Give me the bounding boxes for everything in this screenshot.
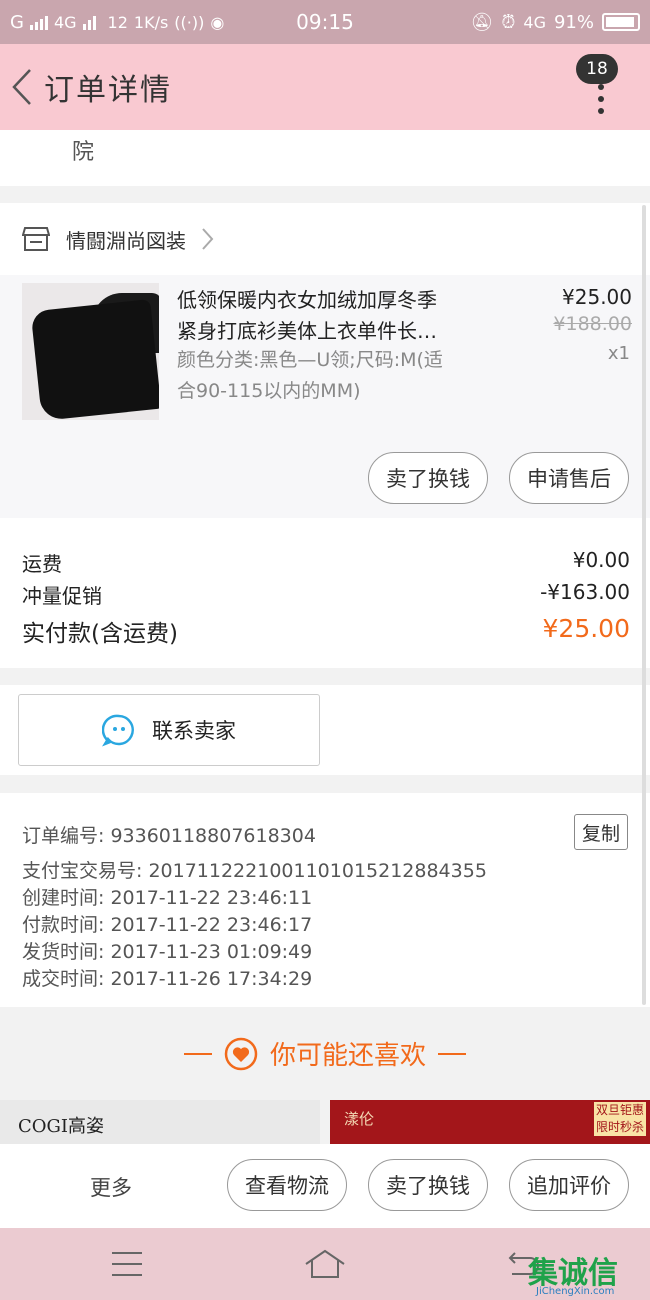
paid-time: 付款时间: 2017-11-22 23:46:17 [22,914,313,936]
product-title[interactable]: 低领保暖内衣女加绒加厚冬季 紧身打底衫美体上衣单件长… [177,285,477,347]
product-price: ¥25.00 [562,285,632,309]
product-image[interactable] [22,283,159,420]
shop-row[interactable]: 情闘淵尚図装 [0,203,650,275]
store-icon [22,227,50,251]
network-label-2: 4G [523,12,546,32]
menu-icon[interactable] [112,1252,142,1276]
recommend-header: 你可能还喜欢 [0,1007,650,1100]
speed-label: 1K/s [133,12,169,32]
sell-button[interactable]: 卖了换钱 [368,452,488,504]
contact-seller-button[interactable]: 联系卖家 [18,694,320,766]
promo-value: -¥163.00 [540,580,630,604]
sell-for-cash-button[interactable]: 卖了换钱 [368,1159,488,1211]
view-logistics-button[interactable]: 查看物流 [227,1159,347,1211]
page-title: 订单详情 [44,73,172,108]
alipay-trade-number: 支付宝交易号: 2017112221001101015212884355 [22,860,487,882]
banner-brand-right: 漾伦 [344,1110,375,1128]
order-number: 订单编号: 93360118807618304 [22,825,316,847]
recommend-banner-right[interactable]: 漾伦 双旦钜惠 限时秒杀 [330,1100,650,1144]
order-info: 订单编号: 93360118807618304 支付宝交易号: 20171122… [0,793,650,1007]
network-label: 4G [53,12,77,32]
app-header: 订单详情 18 [0,44,650,130]
shipped-time: 发货时间: 2017-11-23 01:09:49 [22,941,313,963]
hotspot-icon: ((·)) [174,12,205,32]
banner-brand-left: COGI高姿 [18,1116,105,1137]
heart-icon [224,1037,258,1070]
price-summary: 运费 ¥0.00 冲量促销 -¥163.00 实付款(含运费) ¥25.00 [0,518,650,668]
bottom-action-bar: 更多 查看物流 卖了换钱 追加评价 [0,1144,650,1228]
product-quantity: x1 [607,343,630,364]
address-text: 院 [72,140,95,165]
chat-bubble-icon [102,714,134,747]
clock: 09:15 [296,10,354,34]
back-button[interactable] [0,44,44,130]
more-menu-button[interactable]: 18 [576,54,624,120]
promo-label: 冲量促销 [22,584,102,608]
scrollbar[interactable] [642,205,646,1005]
original-price: ¥188.00 [553,313,632,335]
signal-icon-2 [82,14,96,30]
contact-seller-label: 联系卖家 [152,719,236,743]
created-time: 创建时间: 2017-11-22 23:46:11 [22,887,313,909]
alarm-icon: ⏰︎ [501,11,516,33]
paid-value: ¥25.00 [542,614,630,643]
product-spec: 颜色分类:黑色—U领;尺码:M(适 合90-115以内的MM) [177,349,443,402]
home-icon[interactable] [303,1248,347,1280]
recommend-banner-left[interactable]: COGI高姿 [0,1100,320,1144]
battery-percent: 91% [553,11,594,33]
signal-icon [29,14,48,30]
carrier-label: G [10,11,24,33]
mute-icon: 🔕︎ [470,11,494,33]
paid-label: 实付款(含运费) [22,621,178,647]
shop-name: 情闘淵尚図装 [66,228,186,253]
chevron-left-icon [12,69,31,105]
chevron-right-icon [202,228,214,250]
order-item[interactable]: 低领保暖内衣女加绒加厚冬季 紧身打底衫美体上衣单件长… 颜色分类:黑色—U领;尺… [0,275,650,518]
more-dots-icon [598,84,604,114]
more-actions-button[interactable]: 更多 [90,1172,132,1202]
after-sale-button[interactable]: 申请售后 [509,452,629,504]
contact-section: 联系卖家 [0,685,650,775]
copy-button[interactable]: 复制 [574,814,628,850]
add-review-button[interactable]: 追加评价 [509,1159,629,1211]
status-bar: G 4G 12 1K/s ((·)) ◉ 09:15 🔕︎ ⏰︎ 4G 91% [0,0,650,44]
battery-icon [602,13,640,31]
divider-right [438,1052,466,1055]
message-count-badge: 18 [576,54,618,84]
recommend-title: 你可能还喜欢 [269,1041,426,1071]
speed-prefix: 12 [107,12,128,32]
shipping-value: ¥0.00 [572,548,630,572]
divider-left [183,1052,212,1055]
completed-time: 成交时间: 2017-11-26 17:34:29 [22,968,313,990]
banner-deal-tag: 双旦钜惠 限时秒杀 [594,1102,646,1136]
shipping-label: 运费 [22,552,62,576]
watermark-logo: 集诚信 JiChengXin.com [528,1256,618,1297]
weibo-icon: ◉ [210,12,225,32]
address-section: 院 [0,130,650,186]
